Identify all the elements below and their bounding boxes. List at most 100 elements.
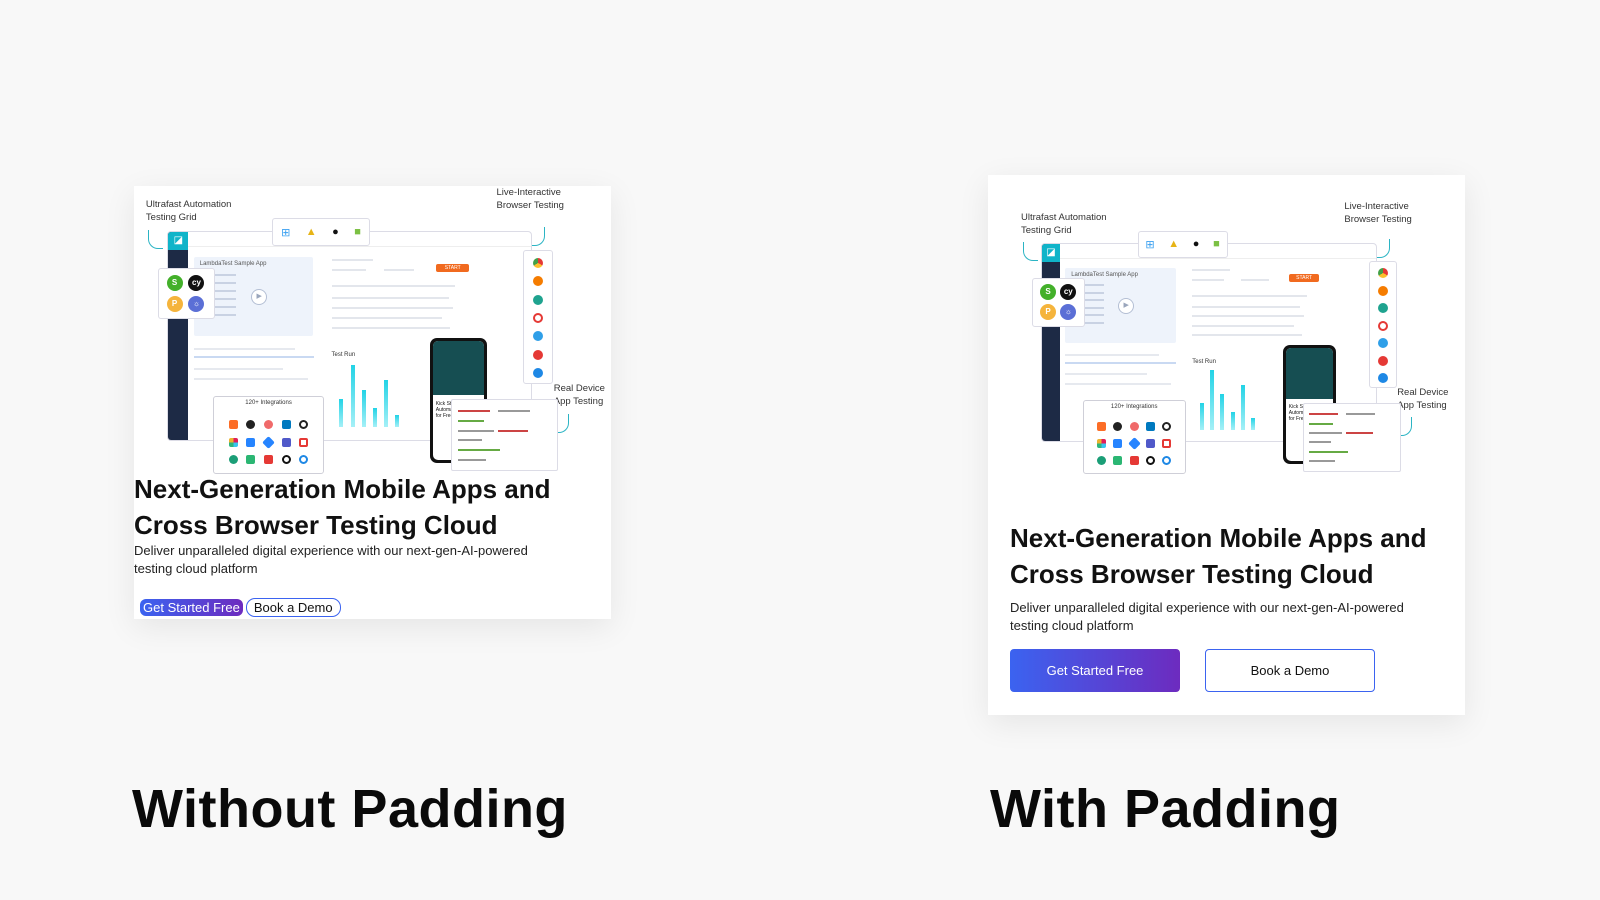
- chat-icon: [1162, 439, 1172, 449]
- sync-icon: [1162, 456, 1172, 466]
- annotation-device-testing: Real Device App Testing: [1397, 387, 1449, 412]
- teams-icon: [1145, 439, 1155, 449]
- book-a-demo-button[interactable]: Book a Demo: [245, 598, 341, 617]
- yandex-icon: [1377, 355, 1388, 366]
- k8s-icon: [1113, 456, 1123, 466]
- caption-without-padding: Without Padding: [132, 779, 568, 839]
- annotation-arrow: [148, 229, 164, 249]
- framework-selector: S cy P ☼: [157, 267, 215, 320]
- caption-with-padding: With Padding: [990, 779, 1341, 839]
- ie-icon: [533, 368, 544, 379]
- clock-icon: [1145, 456, 1155, 466]
- gitlab-icon: [228, 419, 238, 429]
- puzzle-icon: [264, 455, 274, 465]
- puppeteer-icon: ☼: [1060, 304, 1077, 321]
- lambdatest-logo-icon: ◪: [168, 232, 189, 251]
- settings-icon: [1097, 456, 1107, 466]
- bitbucket-icon: [1113, 439, 1123, 449]
- jira-icon: [1127, 437, 1141, 451]
- apple-icon: ●: [1192, 238, 1200, 251]
- play-icon: ▶: [251, 288, 268, 305]
- card-with-padding: Ultrafast Automation Testing Grid Live-I…: [988, 175, 1465, 715]
- edge-icon: [533, 294, 544, 305]
- sync-icon: [299, 455, 309, 465]
- get-started-free-button[interactable]: Get Started Free: [140, 599, 243, 616]
- book-a-demo-button[interactable]: Book a Demo: [1205, 649, 1375, 692]
- selenium-icon: S: [166, 274, 183, 291]
- start-button: START: [436, 263, 470, 273]
- test-run-label: Test Run: [1192, 358, 1216, 365]
- settings-icon: [228, 455, 238, 465]
- chat-icon: [299, 437, 309, 447]
- hero-subtext: Deliver unparalleled digital experience …: [134, 543, 528, 576]
- browser-testing-panel: START: [331, 257, 470, 340]
- hero-subtext: Deliver unparalleled digital experience …: [1010, 600, 1404, 633]
- k8s-icon: [246, 455, 256, 465]
- integrations-title: 120+ Integrations: [245, 400, 292, 407]
- linux-icon: ▲: [305, 226, 317, 239]
- integrations-panel: 120+ Integrations: [212, 396, 325, 475]
- hero-headline: Next-Generation Mobile Apps and Cross Br…: [1010, 523, 1427, 589]
- firefox-icon: [1377, 285, 1388, 296]
- test-run-label: Test Run: [331, 352, 356, 359]
- asana-icon: [1129, 422, 1139, 432]
- chrome-icon: [533, 257, 544, 268]
- teams-icon: [281, 437, 291, 447]
- puzzle-icon: [1129, 456, 1139, 466]
- cypress-icon: cy: [188, 274, 205, 291]
- android-icon: ■: [354, 226, 361, 239]
- sample-app-title: LambdaTest Sample App: [1071, 271, 1138, 278]
- jira-icon: [262, 435, 275, 449]
- github-icon: [246, 419, 256, 429]
- apple-icon: ●: [332, 226, 339, 239]
- hero-illustration: Ultrafast Automation Testing Grid Live-I…: [1010, 200, 1450, 478]
- phone-hero-image: [1285, 347, 1333, 399]
- android-icon: ■: [1213, 238, 1220, 251]
- windows-icon: ⊞: [281, 226, 291, 239]
- get-started-free-button[interactable]: Get Started Free: [1010, 649, 1180, 692]
- annotation-arrow: [1023, 241, 1039, 261]
- github-icon: [1113, 422, 1123, 432]
- annotation-browser-testing: Live-Interactive Browser Testing: [1344, 201, 1412, 225]
- dashboard-sidebar: ◪: [1041, 244, 1061, 442]
- puppeteer-icon: ☼: [188, 295, 205, 312]
- browser-testing-panel: START: [1192, 268, 1320, 347]
- dashboard-sidebar: ◪: [168, 232, 189, 440]
- start-button: START: [1288, 274, 1320, 282]
- firefox-icon: [533, 276, 544, 287]
- code-snippet-panel: [451, 399, 559, 472]
- playwright-icon: P: [166, 295, 183, 312]
- os-selector: ⊞ ▲ ● ■: [272, 218, 370, 247]
- gitlab-icon: [1097, 422, 1107, 432]
- code-snippet-panel: [1302, 402, 1402, 472]
- trello-icon: [1145, 422, 1155, 432]
- browser-selector: [1368, 261, 1397, 389]
- annotation-device-testing: Real Device App Testing: [553, 382, 605, 407]
- bitbucket-icon: [246, 437, 256, 447]
- selenium-icon: S: [1040, 284, 1057, 301]
- annotation-browser-testing: Live-Interactive Browser Testing: [496, 187, 564, 211]
- framework-selector: S cy P ☼: [1032, 277, 1085, 328]
- annotation-automation-grid: Ultrafast Automation Testing Grid: [145, 198, 232, 223]
- cypress-icon: cy: [1060, 284, 1077, 301]
- card-without-padding: Ultrafast Automation Testing Grid Live-I…: [134, 186, 611, 619]
- test-run-bars: [332, 364, 412, 428]
- circleci-icon: [1162, 422, 1172, 432]
- browser-selector: [522, 250, 554, 384]
- phone-hero-image: [432, 340, 484, 395]
- asana-icon: [264, 419, 274, 429]
- os-selector: ⊞ ▲ ● ■: [1137, 230, 1228, 258]
- test-run-bars: [1192, 370, 1266, 430]
- chrome-icon: [1377, 268, 1388, 279]
- opera-icon: [1377, 320, 1388, 331]
- edge-icon: [1377, 303, 1388, 314]
- integrations-panel: 120+ Integrations: [1082, 400, 1186, 475]
- playwright-icon: P: [1040, 304, 1057, 321]
- yandex-icon: [533, 349, 544, 360]
- safari-icon: [533, 331, 544, 342]
- clock-icon: [281, 455, 291, 465]
- annotation-arrow: [529, 226, 545, 246]
- opera-icon: [533, 312, 544, 323]
- annotation-automation-grid: Ultrafast Automation Testing Grid: [1021, 212, 1107, 237]
- hero-headline: Next-Generation Mobile Apps and Cross Br…: [134, 474, 551, 540]
